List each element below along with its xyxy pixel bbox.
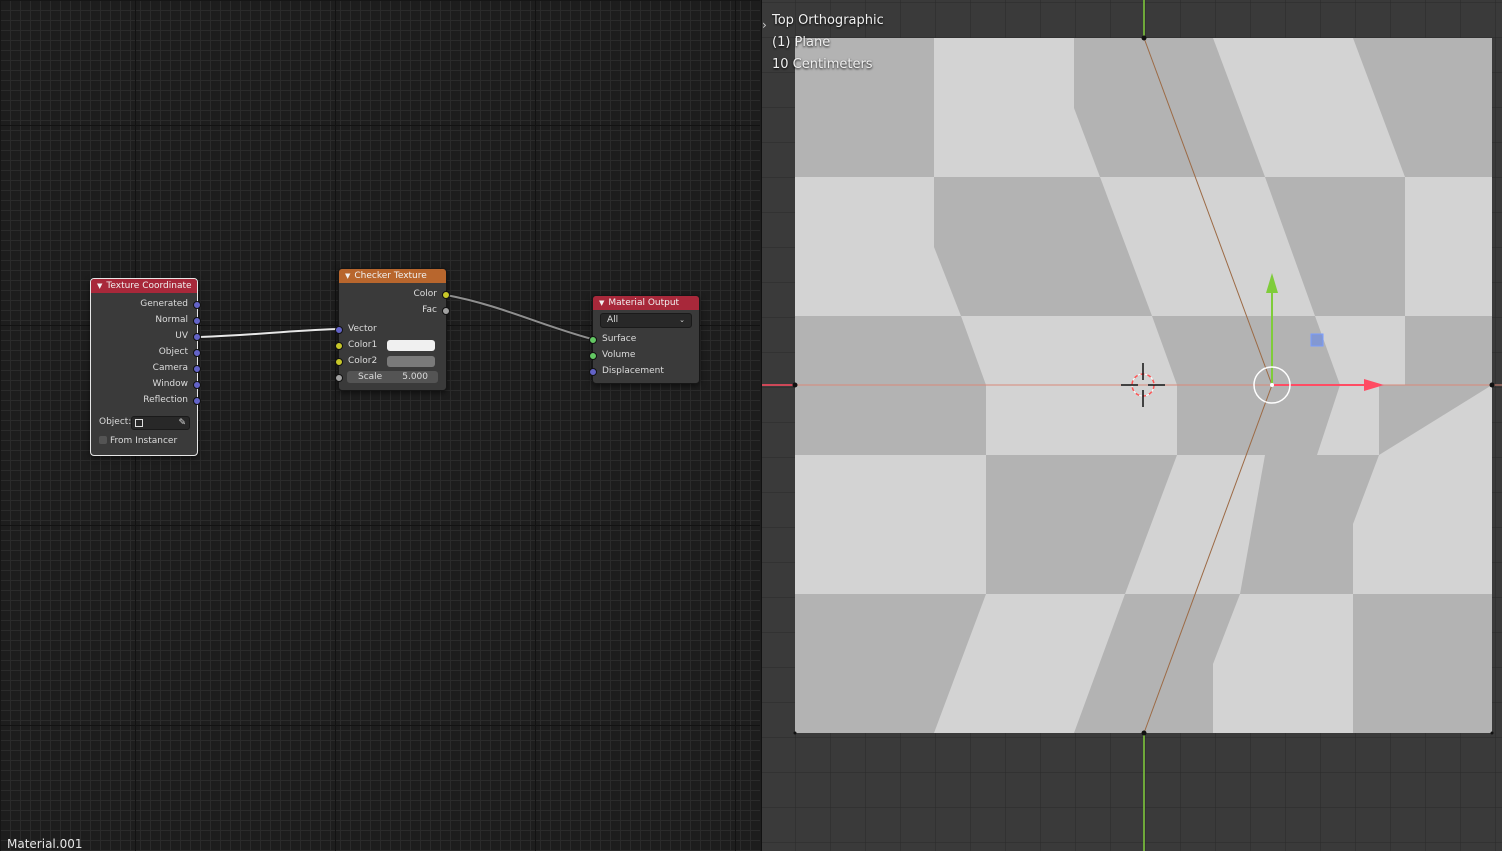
input-volume: Volume — [589, 347, 699, 363]
output-color: Color — [339, 286, 450, 302]
node-header[interactable]: ▼ Checker Texture — [339, 269, 446, 283]
node-title: Texture Coordinate — [106, 281, 192, 291]
chevron-down-icon: ⌄ — [679, 316, 685, 324]
socket-icon[interactable] — [589, 352, 597, 360]
scale-field[interactable]: Scale 5.000 — [347, 371, 438, 383]
socket-icon[interactable] — [335, 374, 343, 382]
socket-icon[interactable] — [335, 342, 343, 350]
node-title: Material Output — [608, 298, 680, 308]
object-type-icon — [135, 419, 143, 427]
color1-swatch[interactable] — [387, 340, 435, 351]
from-instancer-row[interactable]: From Instancer — [91, 433, 197, 449]
input-scale: Scale 5.000 — [335, 369, 446, 385]
output-reflection: Reflection — [91, 392, 201, 408]
target-dropdown[interactable]: All ⌄ — [600, 313, 692, 328]
color2-swatch[interactable] — [387, 356, 435, 367]
input-vector: Vector — [335, 321, 446, 337]
output-generated: Generated — [91, 296, 201, 312]
uv-viewport[interactable]: › Top Orthographic (1) Plane 10 Centimet… — [761, 0, 1502, 851]
input-surface: Surface — [589, 331, 699, 347]
output-camera: Camera — [91, 360, 201, 376]
output-uv: UV — [91, 328, 201, 344]
socket-icon[interactable] — [335, 326, 343, 334]
socket-icon[interactable] — [442, 307, 450, 315]
viewport-info-overlay: Top Orthographic (1) Plane 10 Centimeter… — [772, 10, 884, 76]
object-name: (1) Plane — [772, 35, 831, 50]
input-displacement: Displacement — [589, 363, 699, 379]
material-output-node[interactable]: ▼ Material Output All ⌄ Surface Volume Dis… — [589, 295, 700, 384]
node-title: Checker Texture — [354, 271, 427, 281]
object-field-row: Object: ✎ — [91, 414, 197, 430]
sidebar-toggle-icon[interactable]: › — [762, 18, 767, 32]
node-header[interactable]: ▼ Material Output — [593, 296, 699, 310]
viewport-canvas[interactable] — [762, 0, 1502, 851]
socket-icon[interactable] — [442, 291, 450, 299]
socket-icon[interactable] — [589, 336, 597, 344]
socket-icon[interactable] — [335, 358, 343, 366]
from-instancer-checkbox[interactable] — [99, 436, 107, 444]
collapse-arrow-icon[interactable]: ▼ — [97, 282, 102, 290]
socket-icon[interactable] — [193, 333, 201, 341]
input-color1: Color1 — [335, 337, 446, 353]
socket-icon[interactable] — [193, 397, 201, 405]
collapse-arrow-icon[interactable]: ▼ — [345, 272, 350, 280]
socket-icon[interactable] — [193, 365, 201, 373]
object-field[interactable]: ✎ — [131, 416, 190, 430]
output-normal: Normal — [91, 312, 201, 328]
output-window: Window — [91, 376, 201, 392]
node-header[interactable]: ▼ Texture Coordinate — [91, 279, 197, 293]
output-object: Object — [91, 344, 201, 360]
socket-icon[interactable] — [589, 368, 597, 376]
node-editor[interactable]: ▼ Texture Coordinate Generated Normal UV … — [0, 0, 760, 851]
view-name: Top Orthographic — [772, 13, 884, 28]
output-fac: Fac — [339, 302, 450, 318]
checker-texture-node[interactable]: ▼ Checker Texture Color Fac Vector Color1… — [335, 268, 450, 391]
socket-icon[interactable] — [193, 317, 201, 325]
eyedropper-icon[interactable]: ✎ — [178, 415, 186, 431]
socket-icon[interactable] — [193, 349, 201, 357]
texture-coordinate-node[interactable]: ▼ Texture Coordinate Generated Normal UV … — [90, 278, 201, 456]
socket-icon[interactable] — [193, 381, 201, 389]
material-name: Material.001 — [7, 837, 83, 851]
collapse-arrow-icon[interactable]: ▼ — [599, 299, 604, 307]
grid-scale: 10 Centimeters — [772, 57, 873, 72]
socket-icon[interactable] — [193, 301, 201, 309]
input-color2: Color2 — [335, 353, 446, 369]
